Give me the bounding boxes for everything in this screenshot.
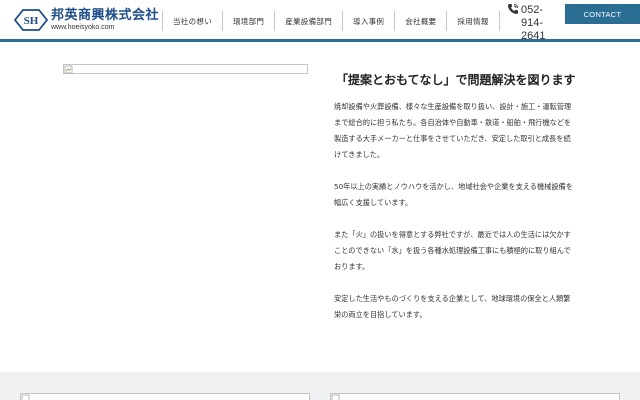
phone-line-3: 2641	[521, 30, 546, 42]
broken-image-icon	[21, 394, 30, 400]
sh-monogram-logo-icon: SH	[13, 9, 49, 31]
hero-image	[63, 64, 308, 74]
nav-item-recruitment[interactable]: 採用情報	[446, 11, 500, 31]
bottom-image-right	[330, 393, 620, 400]
paragraph-2: 50年以上の実績とノウハウを活かし、地域社会や企業を支える機械設備を幅広く支援し…	[334, 182, 573, 207]
paragraph-1: 焼却設備や火葬設備、様々な生産設備を取り扱い、設計・施工・運転管理まで総合的に担…	[334, 102, 572, 159]
paragraph-3: また「火」の扱いを得意とする弊社ですが、最近では人の生活には欠かすことのできない…	[334, 230, 571, 271]
company-url: www.hoeisyoko.com	[51, 23, 115, 31]
site-header: SH 邦英商興株式会社 www.hoeisyoko.com 当社の想い 環境部門…	[0, 0, 640, 42]
phone-line-2: 914-	[521, 17, 544, 29]
section-heading: 「提案とおもてなし」で問題解決を図ります	[336, 73, 576, 87]
svg-text:SH: SH	[24, 15, 39, 27]
main-nav: 当社の想い 環境部門 産業設備部門 導入事例 会社概要 採用情報	[162, 11, 500, 31]
nav-item-environment[interactable]: 環境部門	[222, 11, 274, 31]
nav-item-our-vision[interactable]: 当社の想い	[162, 11, 222, 31]
logo[interactable]: SH 邦英商興株式会社 www.hoeisyoko.com	[13, 8, 159, 32]
paragraph-4: 安定した生活やものづくりを支える企業として、地球環境の保全と人類繁栄の両立を目指…	[334, 294, 571, 319]
contact-button[interactable]: CONTACT	[565, 4, 640, 24]
phone-icon	[508, 3, 519, 14]
phone-line-1: 052-	[521, 4, 544, 16]
nav-item-industrial-equipment[interactable]: 産業設備部門	[274, 11, 342, 31]
broken-image-icon	[64, 65, 73, 74]
bottom-image-left	[20, 393, 310, 400]
broken-image-icon	[331, 394, 340, 400]
company-name: 邦英商興株式会社	[51, 7, 160, 23]
nav-item-company-profile[interactable]: 会社概要	[394, 11, 446, 31]
nav-item-case-studies[interactable]: 導入事例	[342, 11, 394, 31]
intro-text: 焼却設備や火葬設備、様々な生産設備を取り扱い、設計・施工・運転管理まで総合的に担…	[334, 99, 574, 339]
